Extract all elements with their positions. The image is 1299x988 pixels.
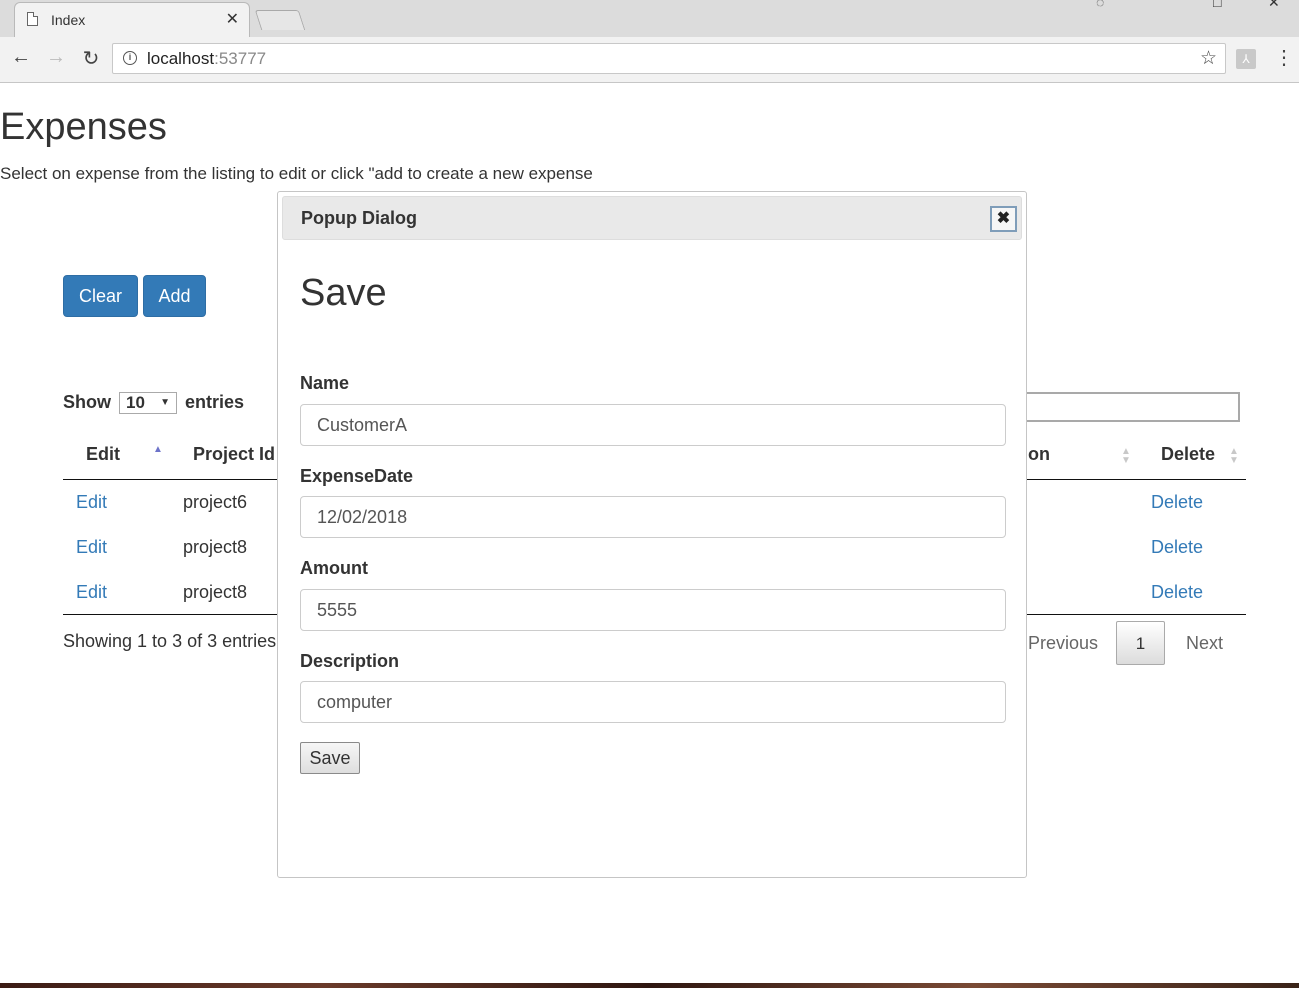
edit-link[interactable]: Edit bbox=[76, 492, 107, 513]
desktop-background-strip bbox=[0, 983, 1299, 988]
profile-icon[interactable]: ◌ bbox=[1096, 0, 1104, 10]
name-label: Name bbox=[300, 373, 350, 393]
description-field[interactable] bbox=[300, 681, 1006, 723]
expense-date-field[interactable] bbox=[300, 496, 1006, 538]
pagination-next[interactable]: Next bbox=[1186, 633, 1223, 654]
dialog-title: Popup Dialog bbox=[301, 208, 417, 228]
back-icon[interactable]: ← bbox=[8, 46, 34, 69]
delete-link[interactable]: Delete bbox=[1151, 492, 1203, 513]
reload-icon[interactable]: ↻ bbox=[78, 46, 104, 71]
page-icon bbox=[27, 12, 38, 26]
sort-icon: ▲ ▼ bbox=[1229, 446, 1239, 466]
project-id-cell: project8 bbox=[183, 582, 248, 602]
amount-field[interactable] bbox=[300, 589, 1006, 631]
window-close-icon[interactable]: ✕ bbox=[1268, 0, 1280, 11]
description-label: Description bbox=[300, 651, 400, 671]
project-id-cell: project6 bbox=[183, 492, 248, 512]
delete-link[interactable]: Delete bbox=[1151, 537, 1203, 558]
save-button[interactable]: Save bbox=[300, 742, 360, 774]
sort-ascending-icon: ▲ bbox=[153, 444, 163, 455]
info-icon[interactable]: i bbox=[123, 51, 137, 65]
pagination-page-1[interactable]: 1 bbox=[1116, 621, 1165, 665]
browser-toolbar: ← → ↻ i localhost:53777 ☆ ⅄ ⋮ bbox=[0, 37, 1299, 83]
browser-tab[interactable]: Index ✕ bbox=[14, 2, 250, 37]
amount-label: Amount bbox=[300, 558, 368, 578]
page-title: Expenses bbox=[0, 106, 167, 148]
column-header-delete[interactable]: Delete bbox=[1161, 444, 1215, 465]
url-text: localhost:53777 bbox=[147, 49, 267, 68]
name-field[interactable] bbox=[300, 404, 1006, 446]
edit-link[interactable]: Edit bbox=[76, 537, 107, 558]
show-label: Show bbox=[63, 392, 111, 412]
page-intro: Select on expense from the listing to ed… bbox=[0, 164, 593, 183]
pdf-extension-icon[interactable]: ⅄ bbox=[1236, 49, 1256, 69]
maximize-icon[interactable]: □ bbox=[1213, 0, 1221, 10]
browser-tabstrip: Index ✕ ◌ □ ✕ bbox=[0, 0, 1299, 37]
menu-icon[interactable]: ⋮ bbox=[1274, 45, 1294, 70]
column-header-description[interactable]: on bbox=[1028, 444, 1050, 465]
entries-select[interactable]: 10 ▼ bbox=[119, 392, 178, 415]
entries-label: entries bbox=[185, 392, 245, 412]
tab-close-icon[interactable]: ✕ bbox=[226, 9, 239, 29]
search-input[interactable] bbox=[1026, 392, 1240, 422]
pagination-previous[interactable]: Previous bbox=[1028, 633, 1098, 654]
clear-button[interactable]: Clear bbox=[63, 275, 138, 317]
tab-title: Index bbox=[51, 12, 86, 28]
chevron-down-icon: ▼ bbox=[160, 397, 171, 409]
column-header-edit[interactable]: Edit bbox=[86, 444, 120, 465]
column-header-project-id[interactable]: Project Id bbox=[193, 444, 275, 465]
address-bar[interactable]: i localhost:53777 ☆ bbox=[112, 43, 1226, 74]
dialog-close-icon[interactable]: ✖ bbox=[990, 206, 1017, 232]
bookmark-star-icon[interactable]: ☆ bbox=[1200, 47, 1217, 70]
popup-dialog: Popup Dialog ✖ Save Name ExpenseDate Amo… bbox=[277, 191, 1027, 878]
table-info: Showing 1 to 3 of 3 entries bbox=[63, 631, 277, 651]
sort-icon: ▲ ▼ bbox=[1121, 446, 1131, 466]
dialog-titlebar[interactable]: Popup Dialog ✖ bbox=[282, 196, 1022, 240]
table-length: Show 10 ▼ entries bbox=[63, 392, 245, 415]
expense-date-label: ExpenseDate bbox=[300, 466, 414, 486]
forward-icon[interactable]: → bbox=[43, 46, 69, 69]
new-tab-button[interactable] bbox=[254, 10, 306, 30]
add-button[interactable]: Add bbox=[143, 275, 206, 317]
project-id-cell: project8 bbox=[183, 537, 248, 557]
edit-link[interactable]: Edit bbox=[76, 582, 107, 603]
dialog-heading: Save bbox=[300, 272, 387, 314]
delete-link[interactable]: Delete bbox=[1151, 582, 1203, 603]
